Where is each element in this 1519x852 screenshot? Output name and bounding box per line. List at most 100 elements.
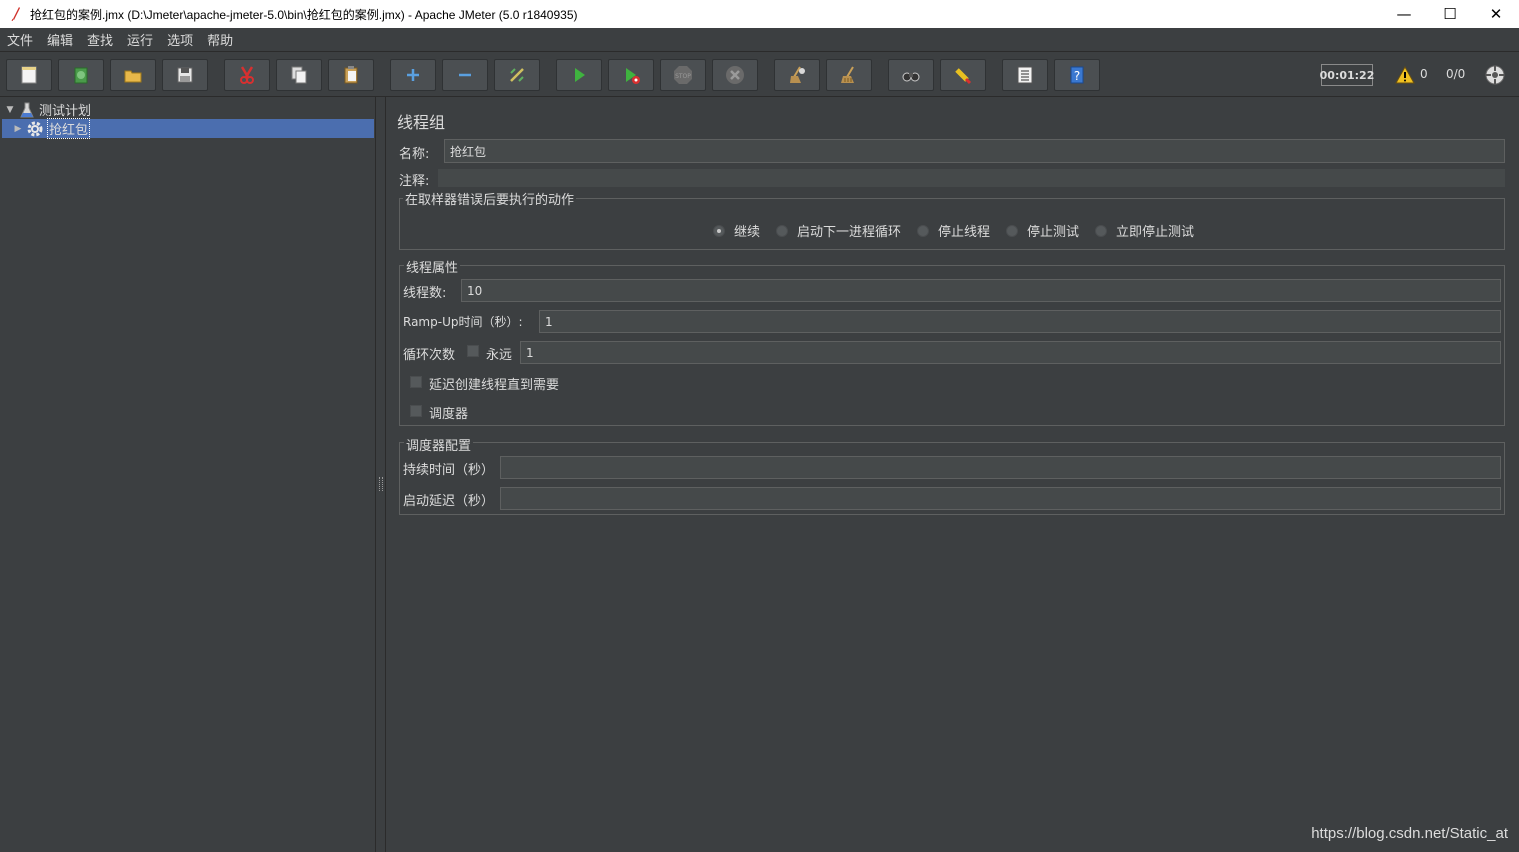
shutdown-icon: [726, 66, 744, 84]
jmeter-feather-icon: [8, 6, 24, 22]
remote-status-icon[interactable]: [1484, 64, 1506, 86]
threads-label: 线程数:: [403, 286, 447, 301]
search-button[interactable]: [888, 59, 934, 91]
cut-icon: [240, 66, 254, 84]
stop-icon: STOP: [674, 66, 692, 84]
open-button[interactable]: [110, 59, 156, 91]
new-button[interactable]: [6, 59, 52, 91]
search-icon: [902, 72, 920, 82]
radio-selected-icon: [713, 224, 725, 237]
reset-search-button[interactable]: [940, 59, 986, 91]
radio-stop-test[interactable]: 停止测试: [1006, 221, 1079, 240]
toolbar: STOP ?: [0, 53, 1519, 97]
test-plan-tree: ▼ 测试计划 ▶ 抢红包: [0, 97, 376, 852]
menu-help[interactable]: 帮助: [200, 30, 240, 49]
watermark: https://blog.csdn.net/Static_at: [1311, 825, 1508, 842]
thread-properties-title: 线程属性: [404, 257, 461, 276]
maximize-button[interactable]: ☐: [1427, 0, 1473, 28]
test-plan-icon: [18, 101, 36, 119]
duration-label: 持续时间（秒）: [403, 463, 495, 478]
startup-delay-label: 启动延迟（秒）: [403, 494, 495, 509]
function-helper-button[interactable]: [1002, 59, 1048, 91]
menu-bar: 文件 编辑 查找 运行 选项 帮助: [0, 28, 1519, 52]
radio-icon: [1095, 224, 1107, 237]
paste-icon: [344, 66, 358, 84]
paste-button[interactable]: [328, 59, 374, 91]
loop-count-label: 循环次数: [403, 348, 456, 363]
collapse-icon: [459, 73, 471, 77]
tree-node-thread-group[interactable]: ▶ 抢红包: [2, 118, 374, 139]
tree-node-test-plan[interactable]: ▼ 测试计划: [4, 100, 374, 119]
start-no-pauses-button[interactable]: [608, 59, 654, 91]
copy-button[interactable]: [276, 59, 322, 91]
scheduler-config-title: 调度器配置: [404, 435, 474, 454]
cut-button[interactable]: [224, 59, 270, 91]
close-button[interactable]: ✕: [1473, 0, 1519, 28]
reset-search-icon: [955, 68, 972, 85]
new-icon: [21, 66, 37, 84]
comment-label: 注释:: [399, 174, 430, 189]
function-helper-icon: [1017, 66, 1033, 84]
name-label: 名称:: [399, 147, 430, 162]
menu-search[interactable]: 查找: [80, 30, 120, 49]
help-button[interactable]: ?: [1054, 59, 1100, 91]
forever-label: 永远: [486, 348, 513, 363]
save-button[interactable]: [162, 59, 208, 91]
help-icon: ?: [1070, 66, 1084, 84]
templates-icon: [74, 67, 88, 84]
split-pane-divider[interactable]: [376, 97, 386, 852]
shutdown-button[interactable]: [712, 59, 758, 91]
page-title: 线程组: [397, 113, 446, 132]
menu-options[interactable]: 选项: [160, 30, 200, 49]
minimize-button[interactable]: —: [1381, 0, 1427, 28]
comment-field[interactable]: [438, 169, 1505, 187]
delay-thread-creation-label: 延迟创建线程直到需要: [429, 378, 560, 393]
toggle-icon: [510, 68, 524, 82]
radio-start-next-loop[interactable]: 启动下一进程循环: [776, 221, 901, 240]
rampup-field[interactable]: 1: [539, 310, 1501, 333]
expand-all-button[interactable]: [390, 59, 436, 91]
open-icon: [124, 70, 142, 83]
collapse-all-button[interactable]: [442, 59, 488, 91]
start-icon: [575, 68, 585, 82]
threads-field[interactable]: 10: [461, 279, 1501, 302]
startup-delay-field[interactable]: [500, 487, 1501, 510]
clear-all-button[interactable]: [826, 59, 872, 91]
scheduler-checkbox[interactable]: [410, 405, 422, 417]
loop-count-field[interactable]: 1: [520, 341, 1501, 364]
copy-icon: [291, 66, 307, 84]
radio-stop-test-now[interactable]: 立即停止测试: [1095, 221, 1194, 240]
thread-group-panel: 线程组 名称: 抢红包 注释: 在取样器错误后要执行的动作 继续 启动下一进程循…: [387, 97, 1519, 852]
stop-button[interactable]: STOP: [660, 59, 706, 91]
warning-icon[interactable]: [1395, 65, 1415, 85]
radio-continue[interactable]: 继续: [713, 221, 760, 240]
tree-node-label: 测试计划: [39, 104, 92, 119]
svg-text:?: ?: [1074, 69, 1080, 83]
divider-grip[interactable]: [379, 477, 383, 491]
warning-count: 0: [1420, 67, 1428, 81]
elapsed-timer: 00:01:22: [1320, 64, 1374, 86]
delay-thread-creation-checkbox[interactable]: [410, 376, 422, 388]
title-bar: 抢红包的案例.jmx (D:\Jmeter\apache-jmeter-5.0\…: [0, 0, 1519, 28]
menu-run[interactable]: 运行: [120, 30, 160, 49]
scheduler-label: 调度器: [429, 407, 469, 422]
sampler-error-title: 在取样器错误后要执行的动作: [403, 189, 577, 208]
name-field[interactable]: 抢红包: [444, 139, 1505, 163]
expand-arrow-icon[interactable]: ▼: [4, 105, 16, 115]
toggle-button[interactable]: [494, 59, 540, 91]
clear-button[interactable]: [774, 59, 820, 91]
radio-stop-thread[interactable]: 停止线程: [917, 221, 990, 240]
clear-all-icon: [841, 66, 854, 83]
forever-checkbox[interactable]: [467, 345, 479, 357]
radio-icon: [917, 224, 929, 237]
duration-field[interactable]: [500, 456, 1501, 479]
start-no-pauses-icon: [626, 68, 640, 84]
rampup-label: Ramp-Up时间（秒）:: [403, 315, 523, 329]
radio-icon: [1006, 224, 1018, 237]
save-icon: [177, 67, 193, 83]
start-button[interactable]: [556, 59, 602, 91]
menu-file[interactable]: 文件: [0, 30, 40, 49]
collapsed-arrow-icon[interactable]: ▶: [12, 124, 24, 134]
templates-button[interactable]: [58, 59, 104, 91]
menu-edit[interactable]: 编辑: [40, 30, 80, 49]
